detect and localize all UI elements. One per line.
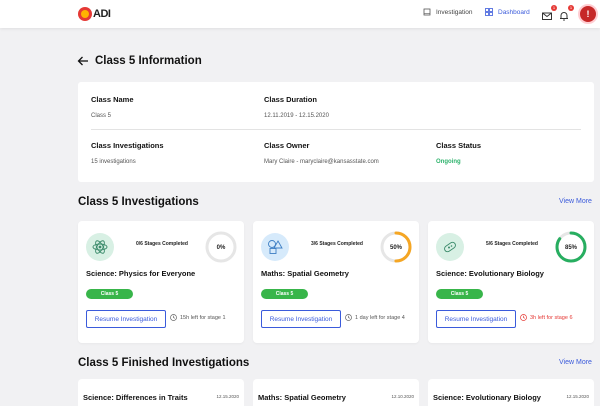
progress-percent: 50% xyxy=(390,245,403,251)
class-pill: Class 5 xyxy=(261,289,308,299)
class-duration-value: 12.11.2019 - 12.15.2020 xyxy=(264,113,329,119)
mail-button[interactable]: 1 xyxy=(542,5,557,20)
investigation-card[interactable]: 0/6 Stages Completed 0% Science: Physics… xyxy=(78,221,244,343)
avatar-initial: ! xyxy=(586,9,590,19)
clock-icon xyxy=(170,314,177,321)
app-logo[interactable]: ADI xyxy=(78,7,111,21)
investigation-card[interactable]: 5/6 Stages Completed 85% Science: Evolut… xyxy=(428,221,594,343)
time-left: 15h left for stage 1 xyxy=(170,314,226,321)
time-left: 1 day left for stage 4 xyxy=(345,314,405,321)
user-avatar[interactable]: ! xyxy=(578,4,598,24)
class-info-card: Class Name Class 5 Class Duration 12.11.… xyxy=(78,82,594,182)
investigation-title: Maths: Spatial Geometry xyxy=(261,269,349,278)
book-icon xyxy=(423,8,431,16)
time-left-text: 1 day left for stage 4 xyxy=(355,314,405,321)
class-pill: Class 5 xyxy=(86,289,133,299)
class-owner-label: Class Owner xyxy=(264,141,310,150)
clock-icon xyxy=(345,314,352,321)
grid-icon xyxy=(485,8,493,16)
investigations-section-title: Class 5 Investigations xyxy=(78,196,199,208)
progress-ring: 85% xyxy=(555,231,587,263)
finished-title: Science: Differences in Traits xyxy=(83,393,188,402)
investigation-title: Science: Physics for Everyone xyxy=(86,269,196,278)
nav-dashboard[interactable]: Dashboard xyxy=(485,8,530,16)
resume-investigation-button[interactable]: Resume Investigation xyxy=(436,310,516,328)
nav-investigation-label: Investigation xyxy=(436,8,473,16)
progress-percent: 0% xyxy=(217,245,226,251)
nav-dashboard-label: Dashboard xyxy=(498,8,530,16)
finished-date: 12.10.2020 xyxy=(391,394,414,399)
class-name-label: Class Name xyxy=(91,95,134,104)
class-name-value: Class 5 xyxy=(91,113,112,119)
atom-icon xyxy=(86,233,114,261)
investigations-view-more-link[interactable]: View More xyxy=(559,198,592,205)
finished-section-title: Class 5 Finished Investigations xyxy=(78,357,250,369)
class-status-label: Class Status xyxy=(436,141,482,150)
bell-icon xyxy=(560,12,568,21)
time-left: 3h left for stage 6 xyxy=(520,314,573,321)
logo-mark-icon xyxy=(78,7,92,21)
shapes-icon xyxy=(261,233,289,261)
class-owner-value: Mary Claire - maryclaire@kansasstate.com xyxy=(264,159,379,165)
back-arrow-icon[interactable] xyxy=(77,55,89,67)
finished-view-more-link[interactable]: View More xyxy=(559,359,592,366)
resume-investigation-button[interactable]: Resume Investigation xyxy=(261,310,341,328)
class-duration-label: Class Duration xyxy=(264,95,317,104)
bell-badge: 1 xyxy=(568,5,574,11)
notification-button[interactable]: 1 xyxy=(559,5,574,21)
page-title: Class 5 Information xyxy=(95,55,202,67)
progress-ring: 0% xyxy=(205,231,237,263)
finished-investigation-card[interactable]: Science: Differences in Traits 12.15.202… xyxy=(78,379,244,406)
class-pill: Class 5 xyxy=(436,289,483,299)
mail-badge: 1 xyxy=(551,5,557,11)
microbe-icon xyxy=(436,233,464,261)
finished-title: Science: Evolutionary Biology xyxy=(433,393,541,402)
finished-date: 12.15.2020 xyxy=(216,394,239,399)
progress-ring: 50% xyxy=(380,231,412,263)
mail-icon xyxy=(542,12,552,20)
clock-icon xyxy=(520,314,527,321)
investigation-card[interactable]: 3/6 Stages Completed 50% Maths: Spatial … xyxy=(253,221,419,343)
finished-date: 12.15.2020 xyxy=(566,394,589,399)
info-divider xyxy=(91,129,581,130)
finished-investigation-card[interactable]: Maths: Spatial Geometry 12.10.2020 xyxy=(253,379,419,406)
class-status-badge: Ongoing xyxy=(436,159,461,165)
finished-title: Maths: Spatial Geometry xyxy=(258,393,346,402)
finished-investigation-card[interactable]: Science: Evolutionary Biology 12.15.2020 xyxy=(428,379,594,406)
time-left-text: 3h left for stage 6 xyxy=(530,314,573,321)
class-investigations-label: Class Investigations xyxy=(91,141,164,150)
class-investigations-value: 15 investigations xyxy=(91,159,136,165)
nav-investigation[interactable]: Investigation xyxy=(423,8,473,16)
progress-percent: 85% xyxy=(565,245,578,251)
resume-investigation-button[interactable]: Resume Investigation xyxy=(86,310,166,328)
top-bar: ADI Investigation Dashboard 1 1 ! xyxy=(0,0,600,28)
logo-text: ADI xyxy=(93,8,111,20)
investigation-title: Science: Evolutionary Biology xyxy=(436,269,544,278)
time-left-text: 15h left for stage 1 xyxy=(180,314,226,321)
